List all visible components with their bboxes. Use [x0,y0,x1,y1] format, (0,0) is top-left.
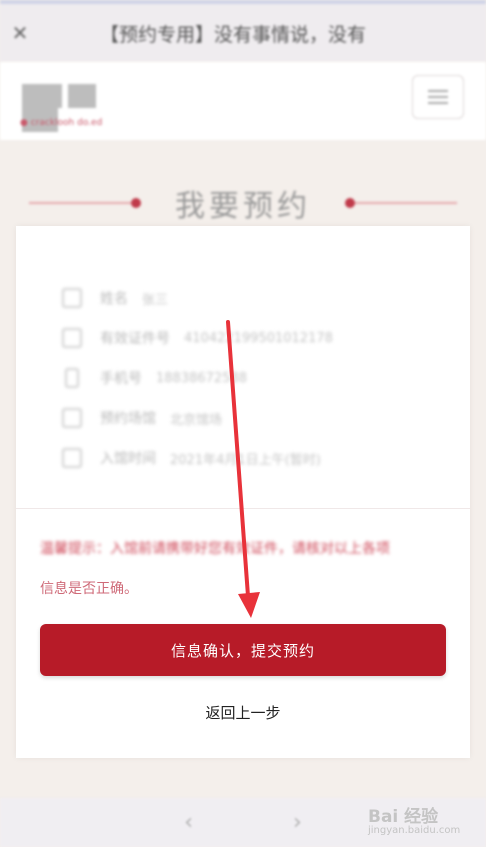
watermark-logo: Bai 经验 jingyan.baidu.com [368,807,461,836]
browser-top-bar: ✕ 【预约专用】没有事情说，没有 [0,0,486,62]
site-header: ● cracklooh do.ed [0,62,486,140]
info-label: 入馆时间 [100,451,156,467]
section-heading: 我要预约 [0,176,486,230]
info-row-name: 姓名 张三 [62,284,168,312]
building-icon [62,408,82,428]
page-title: 【预约专用】没有事情说，没有 [99,23,366,46]
menu-icon [428,90,448,92]
info-label: 手机号 [100,371,142,387]
info-row-time: 入馆时间 2021年4月1日上午(暂时) [62,444,321,472]
divider [16,508,470,509]
info-row-phone: 手机号 18838672588 [62,364,247,392]
info-label: 预约场馆 [100,411,156,427]
site-subtitle: ● cracklooh do.ed [20,118,103,128]
user-icon [62,288,82,308]
notice-text: 温馨提示：入馆前请携带好您有效证件，请核对以上各项 [40,541,390,557]
info-label: 姓名 [100,291,128,307]
submit-reservation-button[interactable]: 信息确认，提交预约 [40,624,446,676]
confirmation-card: 姓名 张三 有效证件号 410422199501012178 手机号 18838… [16,226,470,758]
forward-arrow-icon[interactable]: › [293,810,302,835]
info-value: 18838672588 [156,370,247,386]
heading-decoration-left [29,198,141,208]
heading-decoration-right [345,198,457,208]
info-label: 有效证件号 [100,331,170,347]
id-card-icon [62,328,82,348]
info-value: 张三 [142,292,169,308]
back-link[interactable]: 返回上一步 [16,702,470,723]
info-row-id: 有效证件号 410422199501012178 [62,324,333,352]
notice-text-tail: 信息是否正确。 [40,581,138,597]
info-value: 北京馆场 [170,412,223,428]
info-value: 410422199501012178 [184,330,333,346]
back-arrow-icon[interactable]: ‹ [184,810,193,835]
calendar-icon [62,448,82,468]
site-logo[interactable] [22,84,140,132]
phone-icon [65,368,79,388]
close-icon[interactable]: ✕ [0,21,40,45]
info-value: 2021年4月1日上午(暂时) [170,452,321,468]
heading-text: 我要预约 [175,189,311,224]
info-row-venue: 预约场馆 北京馆场 [62,404,222,432]
menu-button[interactable] [412,75,464,119]
